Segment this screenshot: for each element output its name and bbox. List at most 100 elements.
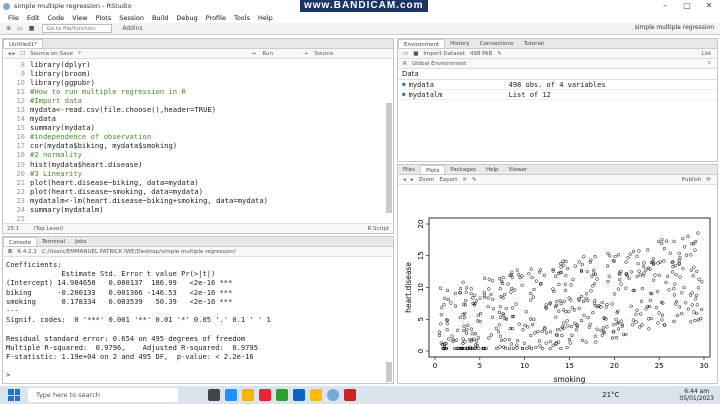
code-line[interactable]: 8 library(dplyr) [3,60,385,69]
app-icon-1[interactable] [259,389,271,401]
goto-file-input[interactable]: Go to file/function [42,24,113,33]
addins-menu[interactable]: Addins [122,25,142,32]
code-line[interactable]: 11 #How to run multiple regression in R [3,87,385,96]
search-icon[interactable]: ⌕ [78,50,81,57]
code-line[interactable]: 16 #independence of observation [3,132,385,141]
explorer-icon[interactable] [242,389,254,401]
menu-tools[interactable]: Tools [234,14,250,22]
menu-code[interactable]: Code [47,14,64,22]
menu-help[interactable]: Help [258,14,273,22]
bandicam-icon[interactable] [344,389,356,401]
scatter-point [683,245,687,249]
code-line[interactable]: 19 hist(mydata$heart.disease) [3,160,385,169]
menu-view[interactable]: View [72,14,87,22]
tab-untitled1[interactable]: Untitled1* [3,39,44,48]
taskbar-search-input[interactable]: Type here to search [28,388,178,402]
code-line[interactable]: 15 summary(mydata) [3,123,385,132]
run-button[interactable]: → Run [251,51,273,57]
editor-tabbar: Untitled1* [3,39,393,49]
chrome-icon[interactable] [310,389,322,401]
tab-environment[interactable]: Environment [398,39,446,48]
tab-tutorial[interactable]: Tutorial [519,39,549,48]
weather-status[interactable]: 21°C [602,391,619,399]
scatter-point [469,327,474,331]
file-type[interactable]: R Script [367,226,389,232]
prev-plot-icon[interactable]: ◂ [403,177,406,183]
code-line[interactable]: 25 [3,214,385,223]
tab-viewer[interactable]: Viewer [504,165,533,174]
remove-plot-icon[interactable]: ✕ [462,177,467,183]
editor-scrollbar[interactable] [386,103,392,213]
env-row[interactable]: ● mydatalm List of 12 [398,90,717,100]
maximize-icon[interactable]: □ [676,0,698,12]
tab-console[interactable]: Console [3,237,37,246]
menu-debug[interactable]: Debug [176,14,197,22]
code-line[interactable]: 20 #3 Linearity [3,169,385,178]
minimize-icon[interactable]: – [654,0,676,12]
env-search-icon[interactable]: ⌕ [708,60,711,67]
code-line[interactable]: 18 #2 normality [3,150,385,159]
zoom-button[interactable]: Zoom [419,177,435,183]
save-ws-icon[interactable]: ■ [413,51,418,57]
code-line[interactable]: 9 library(broom) [3,69,385,78]
code-line[interactable]: 21 plot(heart.disease~biking, data=mydata… [3,178,385,187]
broom-icon[interactable]: ✎ [497,51,502,57]
menu-file[interactable]: File [8,14,19,22]
source-button[interactable]: ⇢ Source [303,51,333,57]
r-taskbar-icon[interactable] [327,389,339,401]
project-label[interactable]: simple multiple regression [635,24,714,31]
console-scrollbar[interactable] [386,362,392,382]
edge-icon[interactable] [225,389,237,401]
tab-plots[interactable]: Plots [420,165,446,174]
scope-indicator[interactable]: (Top Level) [33,226,63,232]
tab-packages[interactable]: Packages [445,165,481,174]
code-line[interactable]: 17 cor(mydata$biking, mydata$smoking) [3,141,385,150]
code-line[interactable]: 14 mydata [3,114,385,123]
open-icon[interactable]: ▭ [403,51,408,57]
code-editor[interactable]: 8 library(dplyr) 9 library(broom) 10 library(… [3,60,385,223]
list-view-button[interactable]: List [701,51,711,57]
code-line[interactable]: 13 mydata<-read.csv(file.choose(),header=… [3,105,385,114]
menu-build[interactable]: Build [152,14,168,22]
next-plot-icon[interactable]: ▸ [411,177,414,183]
task-view-icon[interactable] [208,389,220,401]
new-file-icon[interactable]: ⊕ [6,25,11,32]
menu-profile[interactable]: Profile [206,14,226,22]
refresh-icon[interactable]: ⟳ [706,177,711,183]
code-line[interactable]: 24 summary(mydatalm) [3,205,385,214]
menu-session[interactable]: Session [119,14,144,22]
import-dataset-button[interactable]: Import Dataset [423,51,465,57]
tab-history[interactable]: History [445,39,475,48]
expand-icon[interactable]: ● [402,80,406,89]
windows-start-icon[interactable] [8,389,20,401]
source-on-save-checkbox[interactable]: ☐ [20,51,25,57]
back-icon[interactable]: ◂ ▸ [8,51,15,57]
tab-terminal[interactable]: Terminal [37,237,70,246]
env-row[interactable]: ● mydata 498 obs. of 4 variables [398,80,717,90]
publish-button[interactable]: Publish [682,177,702,183]
console-output[interactable]: Coefficients: Estimate Std. Error t valu… [6,260,384,382]
global-env-dropdown[interactable]: Global Environment [412,61,466,67]
app-icon-2[interactable] [276,389,288,401]
tab-connections[interactable]: Connections [475,39,519,48]
env-table: ● mydata 498 obs. of 4 variables ● mydatalm L… [398,80,717,100]
clear-plots-icon[interactable]: ✎ [472,177,477,183]
menu-plots[interactable]: Plots [96,14,112,22]
export-button[interactable]: Export [439,177,457,183]
app-icon-3[interactable] [293,389,305,401]
tab-help[interactable]: Help [481,165,504,174]
memory-usage[interactable]: 498 MiB [470,51,492,57]
tab-files[interactable]: Files [398,165,420,174]
code-line[interactable]: 23 mydatalm<-lm(heart.disease~biking+smok… [3,196,385,205]
code-line[interactable]: 22 plot(heart.disease~smoking, data=mydat… [3,187,385,196]
tab-jobs[interactable]: Jobs [70,237,91,246]
open-file-icon[interactable]: ▭ [17,25,23,32]
menu-edit[interactable]: Edit [27,14,40,22]
clock[interactable]: 6:44 am 05/01/2023 [679,388,714,402]
expand-icon[interactable]: ● [402,90,406,99]
code-line[interactable]: 10 library(ggpubr) [3,78,385,87]
scatter-point [561,259,565,263]
close-icon[interactable]: ✕ [698,0,720,12]
save-icon[interactable]: ■ [29,25,35,32]
code-line[interactable]: 12 #Import data [3,96,385,105]
